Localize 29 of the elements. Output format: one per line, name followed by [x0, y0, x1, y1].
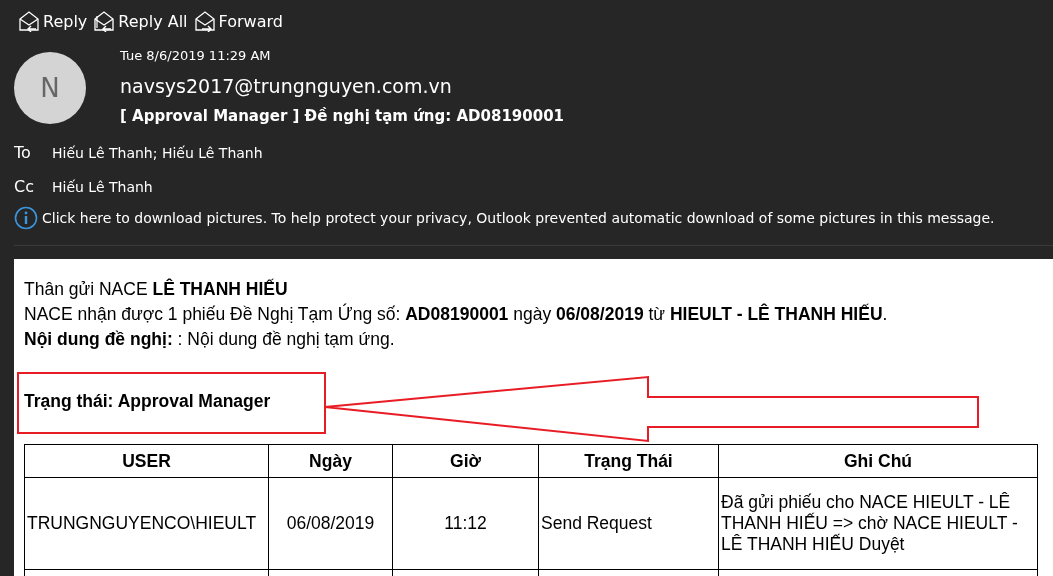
- column-header: USER: [24, 444, 269, 478]
- body-text: Nội dung đề nghị: : Nội dung đề nghị tạm ứng.: [24, 328, 396, 351]
- forward-button[interactable]: Forward: [193, 10, 283, 32]
- cc-label: Cc: [14, 177, 35, 196]
- column-header: Trạng Thái: [538, 444, 719, 478]
- body-text: NACE nhận được 1 phiếu Đề Nghị Tạm Ứng số: AD08190001 ngày 06/08/2019 từ HIEULT - LÊ THANH HIẾU.: [24, 302, 889, 326]
- to-label: To: [14, 143, 32, 162]
- table-cell: Send Request: [538, 477, 719, 570]
- body-text: Thân gửi NACE LÊ THANH HIẾU: [24, 277, 289, 301]
- reply-icon: [18, 10, 42, 32]
- column-header: Ngày: [268, 444, 393, 478]
- column-header: Giờ: [392, 444, 539, 478]
- table-cell: 11:12: [392, 477, 539, 570]
- table-cell: 06/08/2019: [268, 477, 393, 570]
- to-recipients: Hiếu Lê Thanh; Hiếu Lê Thanh: [52, 144, 263, 161]
- download-pictures-link[interactable]: Click here to download pictures. To help protect your privacy, Outlook prevented automatic download of some pictures in this message.: [42, 210, 995, 226]
- table-cell: Đã gửi phiếu cho NACE HIEULT - LÊ THANH HIẾU => chờ NACE HIEULT - LÊ THANH HIẾU Duyệt: [718, 477, 1038, 570]
- sent-date: Tue 8/6/2019 11:29 AM: [120, 48, 272, 63]
- sender-address: navsys2017@trungnguyen.com.vn: [120, 75, 453, 97]
- subject: [ Approval Manager ] Đề nghị tạm ứng: AD08190001: [120, 107, 565, 125]
- avatar: N: [14, 52, 86, 124]
- status-text: Trạng thái: Approval Manager: [24, 390, 272, 413]
- reply-all-button[interactable]: Reply All: [93, 10, 188, 32]
- table-cell: TRUNGNGUYENCO\HIEULT: [24, 477, 269, 570]
- cc-recipients: Hiếu Lê Thanh: [52, 178, 153, 195]
- info-icon: [14, 206, 38, 230]
- column-header: Ghi Chú: [718, 444, 1038, 478]
- forward-icon: [193, 10, 218, 32]
- reply-button[interactable]: Reply: [18, 10, 88, 32]
